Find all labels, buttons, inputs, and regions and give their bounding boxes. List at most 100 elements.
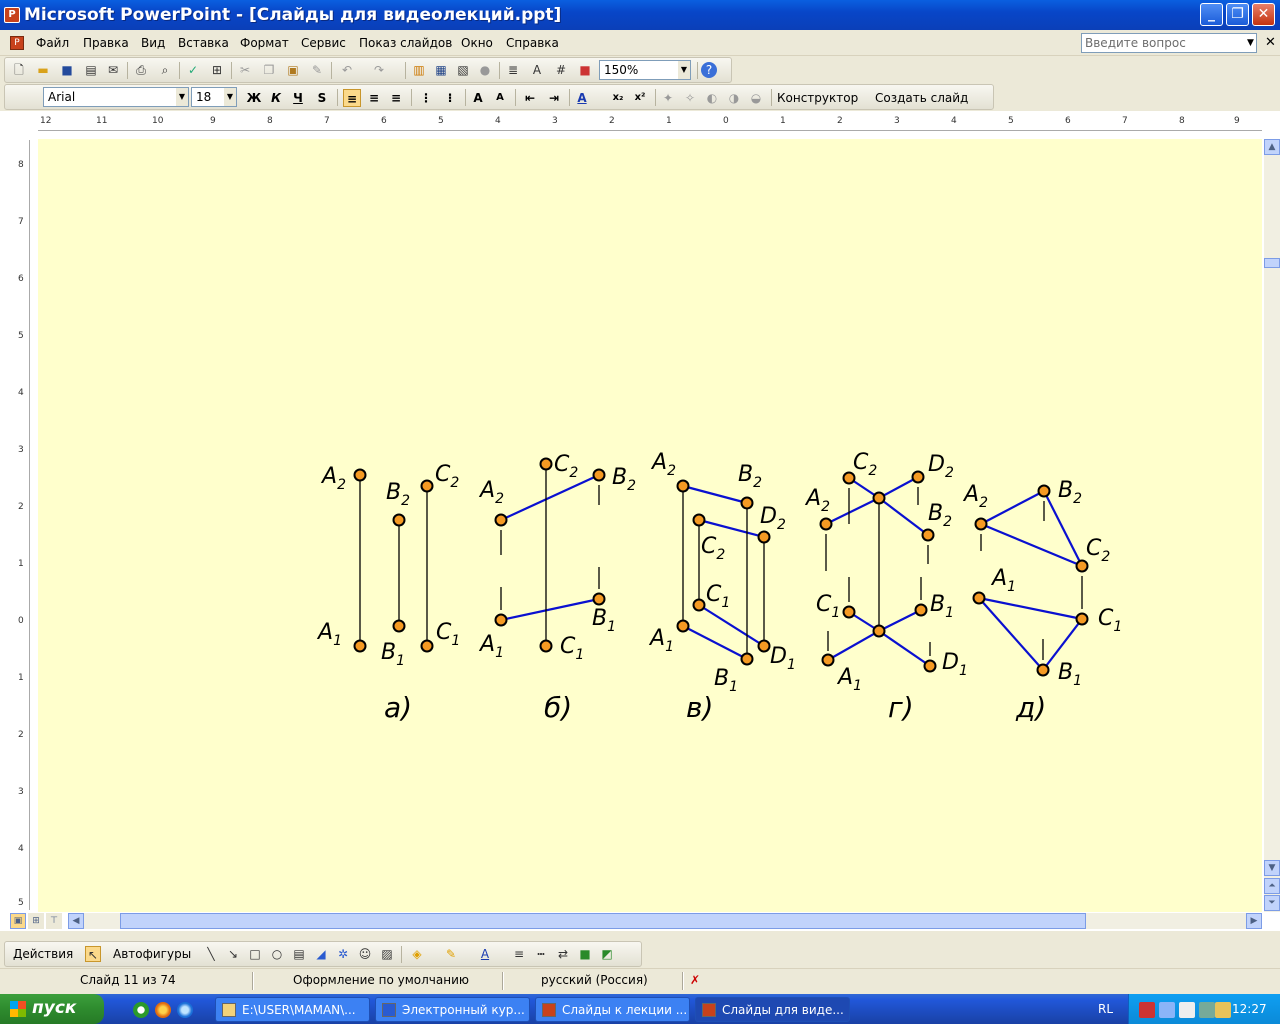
undo-icon[interactable]: ↶ <box>339 62 355 78</box>
select-pointer-icon[interactable]: ↖ <box>85 946 101 962</box>
tray-volume-icon[interactable] <box>1199 1002 1215 1018</box>
open-icon[interactable]: ▬ <box>35 62 51 78</box>
ask-question-input[interactable]: Введите вопрос <box>1081 33 1257 53</box>
menu-window[interactable]: Окно <box>461 36 493 50</box>
menu-file[interactable]: Файл <box>36 36 69 50</box>
taskbar-item-folder[interactable]: E:\USER\MAMAN\... <box>215 997 370 1022</box>
align-left-button[interactable]: ≡ <box>343 89 361 107</box>
slideshow-view-icon[interactable]: ⊤ <box>46 913 62 929</box>
rectangle-icon[interactable]: □ <box>247 946 263 962</box>
chevron-down-icon[interactable]: ▼ <box>678 61 690 79</box>
new-icon[interactable]: 🗋 <box>11 62 27 78</box>
increase-indent-button[interactable]: ⇥ <box>545 89 563 107</box>
menu-tools[interactable]: Сервис <box>301 36 346 50</box>
3d-style-icon[interactable]: ◩ <box>599 946 615 962</box>
clipart-icon[interactable]: ☺ <box>357 946 373 962</box>
group-icon[interactable]: ◑ <box>725 89 743 107</box>
expand-all-icon[interactable]: ≣ <box>505 62 521 78</box>
actions-menu[interactable]: Действия <box>13 947 73 961</box>
wordart-icon[interactable]: ◢ <box>313 946 329 962</box>
previous-slide-icon[interactable]: ⏶ <box>1264 878 1280 894</box>
menu-view[interactable]: Вид <box>141 36 165 50</box>
horizontal-scroll-thumb[interactable] <box>120 913 1086 929</box>
quicklaunch-browser-icon[interactable] <box>133 1002 149 1018</box>
line-style-icon[interactable]: ≡ <box>511 946 527 962</box>
font-color-button[interactable]: A <box>573 89 591 107</box>
rotate-icon[interactable]: ◐ <box>703 89 721 107</box>
next-slide-icon[interactable]: ⏷ <box>1264 895 1280 911</box>
chevron-down-icon[interactable]: ▼ <box>1247 38 1254 48</box>
print-icon[interactable]: ⎙ <box>133 62 149 78</box>
taskbar-item-powerpoint-1[interactable]: Слайды к лекции ... <box>535 997 690 1022</box>
decrease-indent-button[interactable]: ⇤ <box>521 89 539 107</box>
underline-button[interactable]: Ч <box>289 89 307 107</box>
scroll-right-icon[interactable]: ▶ <box>1246 913 1262 929</box>
taskbar-item-word[interactable]: Электронный кур... <box>375 997 530 1022</box>
dash-style-icon[interactable]: ┅ <box>533 946 549 962</box>
autoshapes-menu[interactable]: Автофигуры <box>113 947 191 961</box>
arrow-icon[interactable]: ↘ <box>225 946 241 962</box>
permission-icon[interactable]: ▤ <box>83 62 99 78</box>
show-formatting-icon[interactable]: A <box>529 62 545 78</box>
superscript-button[interactable]: x² <box>631 89 649 107</box>
order-icon[interactable]: ◒ <box>747 89 765 107</box>
maximize-button[interactable]: ❐ <box>1226 3 1249 26</box>
chevron-down-icon[interactable]: ▼ <box>176 88 188 106</box>
copy-icon[interactable]: ❐ <box>261 62 277 78</box>
align-center-button[interactable]: ≡ <box>365 89 383 107</box>
spelling-icon[interactable]: ✓ <box>185 62 201 78</box>
diagram-icon[interactable]: ✲ <box>335 946 351 962</box>
hyperlink-icon[interactable]: ● <box>477 62 493 78</box>
cut-icon[interactable]: ✂ <box>237 62 253 78</box>
scroll-down-icon[interactable]: ▼ <box>1264 860 1280 876</box>
designer-button[interactable]: Конструктор <box>777 91 858 105</box>
line-icon[interactable]: ╲ <box>203 946 219 962</box>
menu-insert[interactable]: Вставка <box>178 36 229 50</box>
color-grayscale-icon[interactable]: ■ <box>577 62 593 78</box>
arrow-style-icon[interactable]: ⇄ <box>555 946 571 962</box>
font-size-select[interactable]: 18 ▼ <box>191 87 237 107</box>
effects-icon[interactable]: ✧ <box>681 89 699 107</box>
zoom-select[interactable]: 150% ▼ <box>599 60 691 80</box>
line-color-icon[interactable]: ✎ <box>443 946 459 962</box>
bold-button[interactable]: Ж <box>245 89 263 107</box>
italic-button[interactable]: К <box>267 89 285 107</box>
animation-icon[interactable]: ✦ <box>659 89 677 107</box>
numbering-button[interactable]: ⋮ <box>417 89 435 107</box>
shadow-style-icon[interactable]: ■ <box>577 946 593 962</box>
chevron-down-icon[interactable]: ▼ <box>224 88 236 106</box>
menu-help[interactable]: Справка <box>506 36 559 50</box>
format-painter-icon[interactable]: ✎ <box>309 62 325 78</box>
taskbar-item-powerpoint-2[interactable]: Слайды для виде... <box>695 997 850 1022</box>
tray-antivirus-icon[interactable] <box>1139 1002 1155 1018</box>
scroll-up-icon[interactable]: ▲ <box>1264 139 1280 155</box>
insert-chart-icon[interactable]: ▥ <box>411 62 427 78</box>
shadow-button[interactable]: S <box>313 89 331 107</box>
email-icon[interactable]: ✉ <box>105 62 121 78</box>
paste-icon[interactable]: ▣ <box>285 62 301 78</box>
fill-color-icon[interactable]: ◈ <box>409 946 425 962</box>
picture-icon[interactable]: ▨ <box>379 946 395 962</box>
menu-edit[interactable]: Правка <box>83 36 129 50</box>
research-icon[interactable]: ⊞ <box>209 62 225 78</box>
minimize-button[interactable]: _ <box>1200 3 1223 26</box>
tray-network-icon[interactable] <box>1159 1002 1175 1018</box>
vertical-scroll-thumb[interactable] <box>1264 258 1280 268</box>
language-indicator[interactable]: RL <box>1098 1002 1113 1016</box>
save-icon[interactable]: ■ <box>59 62 75 78</box>
redo-icon[interactable]: ↷ <box>371 62 387 78</box>
scroll-left-icon[interactable]: ◀ <box>68 913 84 929</box>
decrease-font-button[interactable]: A <box>491 89 509 107</box>
align-right-button[interactable]: ≡ <box>387 89 405 107</box>
slide-sorter-icon[interactable]: ⊞ <box>28 913 44 929</box>
bullets-button[interactable]: ⁝ <box>441 89 459 107</box>
powerpoint-app-icon[interactable]: P <box>4 7 20 23</box>
increase-font-button[interactable]: A <box>469 89 487 107</box>
insert-table-icon[interactable]: ▦ <box>433 62 449 78</box>
tray-app-icon[interactable] <box>1215 1002 1231 1018</box>
print-preview-icon[interactable]: ⌕ <box>157 62 173 78</box>
font-select[interactable]: Arial ▼ <box>43 87 189 107</box>
close-button[interactable]: ✕ <box>1252 3 1275 26</box>
textbox-icon[interactable]: ▤ <box>291 946 307 962</box>
menu-slideshow[interactable]: Показ слайдов <box>359 36 452 50</box>
